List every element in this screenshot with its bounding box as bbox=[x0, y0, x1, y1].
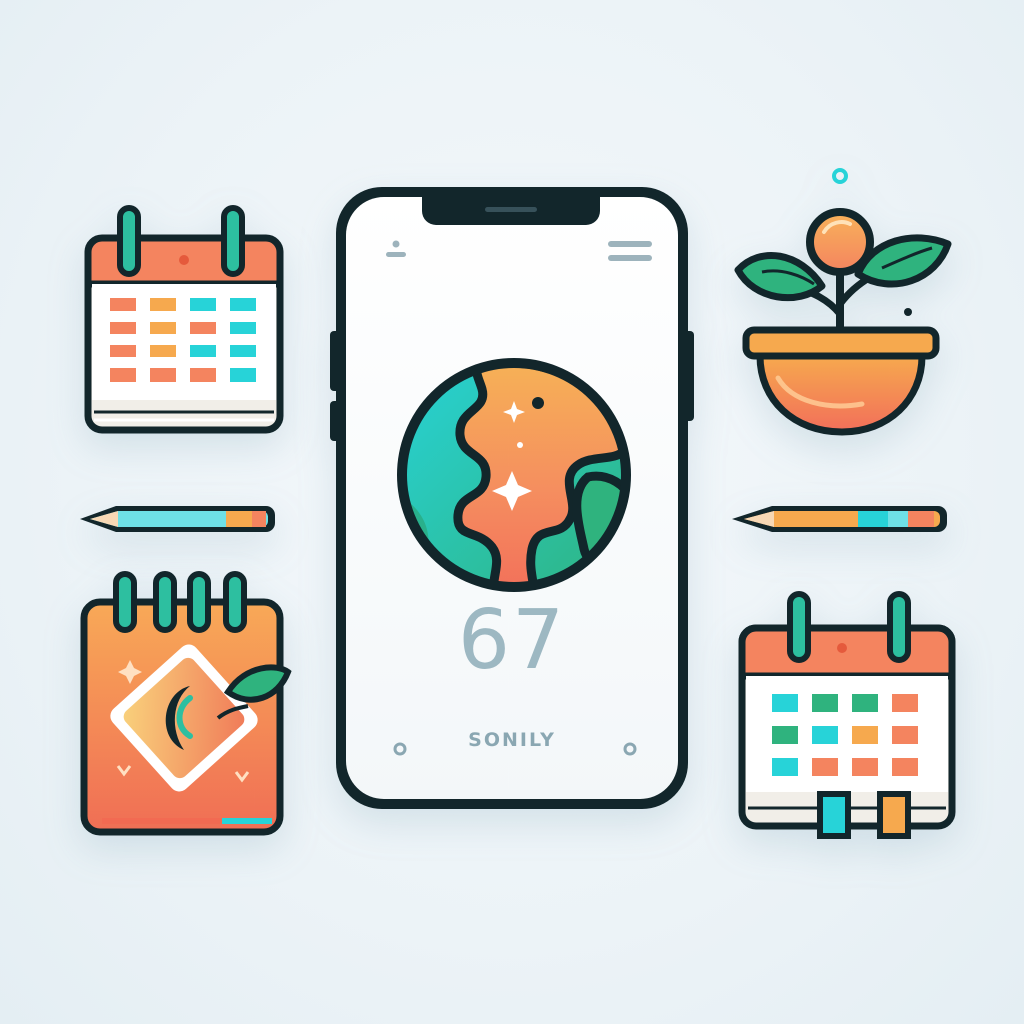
user-icon[interactable] bbox=[384, 239, 408, 261]
pencil-icon bbox=[80, 506, 275, 532]
plant-pot-icon bbox=[734, 168, 952, 436]
display-number: 67 bbox=[457, 593, 567, 688]
calendar-icon bbox=[84, 205, 284, 434]
phone: 67 SONILY bbox=[330, 183, 694, 813]
calendar-bookmarks-icon bbox=[738, 591, 956, 839]
menu-icon[interactable] bbox=[606, 239, 654, 263]
right-dot-icon bbox=[623, 742, 637, 756]
globe-icon bbox=[397, 358, 631, 592]
pencil-icon bbox=[732, 506, 947, 532]
app-label: SONILY bbox=[468, 729, 556, 751]
notebook-icon bbox=[80, 571, 292, 836]
